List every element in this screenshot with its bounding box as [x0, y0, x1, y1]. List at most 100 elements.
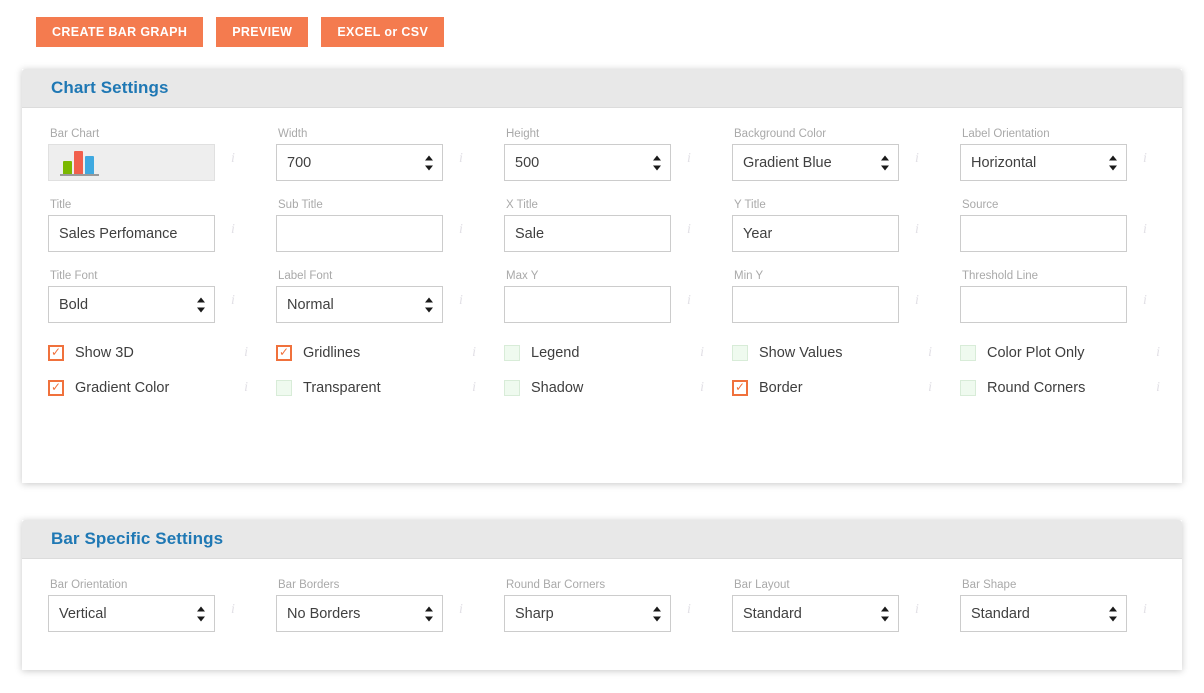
select-arrows-icon[interactable] [652, 606, 661, 621]
checkbox-label-legend: Legend [531, 345, 580, 361]
select-title-font[interactable]: Bold [48, 286, 215, 323]
checkbox-checked-icon-gradient-color[interactable] [48, 380, 64, 396]
checkbox-checked-icon-gridlines[interactable] [276, 345, 292, 361]
info-icon-label-font[interactable]: i [459, 294, 463, 308]
input-sub-title[interactable] [276, 215, 443, 252]
info-icon-transparent[interactable]: i [472, 381, 476, 395]
checkbox-unchecked-icon-color-plot-only[interactable] [960, 345, 976, 361]
info-icon-gridlines[interactable]: i [472, 346, 476, 360]
field-source: Source [960, 199, 1127, 252]
select-arrows-icon[interactable] [880, 155, 889, 170]
checkbox-unchecked-icon-shadow[interactable] [504, 380, 520, 396]
field-y-title: Y Title Year [732, 199, 899, 252]
info-icon-bar-shape[interactable]: i [1143, 603, 1147, 617]
input-source[interactable] [960, 215, 1127, 252]
input-title[interactable]: Sales Perfomance [48, 215, 215, 252]
info-icon-max-y[interactable]: i [687, 294, 691, 308]
input-min-y[interactable] [732, 286, 899, 323]
info-icon-show-3d[interactable]: i [244, 346, 248, 360]
select-arrows-icon[interactable] [424, 297, 433, 312]
select-arrows-icon[interactable] [880, 606, 889, 621]
select-label-orientation[interactable]: Horizontal [960, 144, 1127, 181]
select-arrows-icon[interactable] [424, 606, 433, 621]
chart-settings-header: Chart Settings [22, 69, 1182, 108]
checkbox-gridlines[interactable]: Gridlines [276, 345, 443, 361]
select-bar-layout[interactable]: Standard [732, 595, 899, 632]
field-cell-title-font: Title Font Bold i [48, 270, 276, 323]
info-icon-title-font[interactable]: i [231, 294, 235, 308]
info-icon-x-title[interactable]: i [687, 223, 691, 237]
checkbox-color-plot-only[interactable]: Color Plot Only [960, 345, 1127, 361]
info-icon-min-y[interactable]: i [915, 294, 919, 308]
input-max-y[interactable] [504, 286, 671, 323]
info-icon-legend[interactable]: i [700, 346, 704, 360]
info-icon-border[interactable]: i [928, 381, 932, 395]
select-round-bar-corners[interactable]: Sharp [504, 595, 671, 632]
checkbox-gradient-color[interactable]: Gradient Color [48, 380, 215, 396]
swatch-bar-1 [74, 151, 83, 175]
checkbox-round-corners[interactable]: Round Corners [960, 380, 1127, 396]
select-bar-shape[interactable]: Standard [960, 595, 1127, 632]
select-arrows-icon[interactable] [196, 297, 205, 312]
field-cell-height: Height 500 i [504, 128, 732, 181]
info-icon-gradient-color[interactable]: i [244, 381, 248, 395]
info-icon-background-color[interactable]: i [915, 152, 919, 166]
info-icon-bar-borders[interactable]: i [459, 603, 463, 617]
value-width: 700 [287, 154, 312, 171]
checkbox-checked-icon-show-3d[interactable] [48, 345, 64, 361]
create-bar-graph-button[interactable]: CREATE BAR GRAPH [36, 17, 204, 47]
checkbox-unchecked-icon-legend[interactable] [504, 345, 520, 361]
input-y-title[interactable]: Year [732, 215, 899, 252]
excel-or-csv-button[interactable]: EXCEL or CSV [321, 17, 445, 47]
info-icon-sub-title[interactable]: i [459, 223, 463, 237]
info-icon-shadow[interactable]: i [700, 381, 704, 395]
stepper-arrows-icon[interactable] [424, 155, 433, 170]
info-icon-bar-orientation[interactable]: i [231, 603, 235, 617]
stepper-height[interactable]: 500 [504, 144, 671, 181]
preview-button[interactable]: PREVIEW [216, 17, 309, 47]
info-icon-title[interactable]: i [231, 223, 235, 237]
checkbox-label-color-plot-only: Color Plot Only [987, 345, 1085, 361]
stepper-width[interactable]: 700 [276, 144, 443, 181]
select-bar-borders[interactable]: No Borders [276, 595, 443, 632]
select-bar-orientation[interactable]: Vertical [48, 595, 215, 632]
info-icon-bar-layout[interactable]: i [915, 603, 919, 617]
select-arrows-icon[interactable] [1108, 606, 1117, 621]
select-arrows-icon[interactable] [196, 606, 205, 621]
info-icon-round-corners[interactable]: i [1156, 381, 1160, 395]
checkbox-unchecked-icon-show-values[interactable] [732, 345, 748, 361]
info-icon-y-title[interactable]: i [915, 223, 919, 237]
stepper-arrows-icon[interactable] [652, 155, 661, 170]
info-icon-bar-chart[interactable]: i [231, 152, 235, 166]
info-icon-source[interactable]: i [1143, 223, 1147, 237]
checkbox-show-values[interactable]: Show Values [732, 345, 899, 361]
info-icon-label-orientation[interactable]: i [1143, 152, 1147, 166]
checkbox-unchecked-icon-round-corners[interactable] [960, 380, 976, 396]
select-arrows-icon[interactable] [1108, 155, 1117, 170]
select-background-color[interactable]: Gradient Blue [732, 144, 899, 181]
checkbox-label-show-values: Show Values [759, 345, 843, 361]
info-icon-width[interactable]: i [459, 152, 463, 166]
info-icon-show-values[interactable]: i [928, 346, 932, 360]
label-bar-layout: Bar Layout [734, 579, 790, 591]
checkbox-show-3d[interactable]: Show 3D [48, 345, 215, 361]
checkbox-unchecked-icon-transparent[interactable] [276, 380, 292, 396]
checkbox-checked-icon-border[interactable] [732, 380, 748, 396]
checkbox-label-round-corners: Round Corners [987, 380, 1086, 396]
info-icon-height[interactable]: i [687, 152, 691, 166]
checkbox-shadow[interactable]: Shadow [504, 380, 671, 396]
label-title: Title [50, 199, 72, 211]
info-icon-color-plot-only[interactable]: i [1156, 346, 1160, 360]
info-icon-threshold-line[interactable]: i [1143, 294, 1147, 308]
input-x-title[interactable]: Sale [504, 215, 671, 252]
info-icon-round-bar-corners[interactable]: i [687, 603, 691, 617]
input-threshold-line[interactable] [960, 286, 1127, 323]
checkbox-transparent[interactable]: Transparent [276, 380, 443, 396]
select-label-font[interactable]: Normal [276, 286, 443, 323]
checkbox-legend[interactable]: Legend [504, 345, 671, 361]
bar-specific-settings-row-1: Bar Orientation Vertical i Bar Borders No Bo… [22, 579, 1182, 632]
checkbox-border[interactable]: Border [732, 380, 899, 396]
field-cell-bar-layout: Bar Layout Standard i [732, 579, 960, 632]
chart-type-swatch[interactable] [48, 144, 215, 181]
label-label-orientation: Label Orientation [962, 128, 1050, 140]
